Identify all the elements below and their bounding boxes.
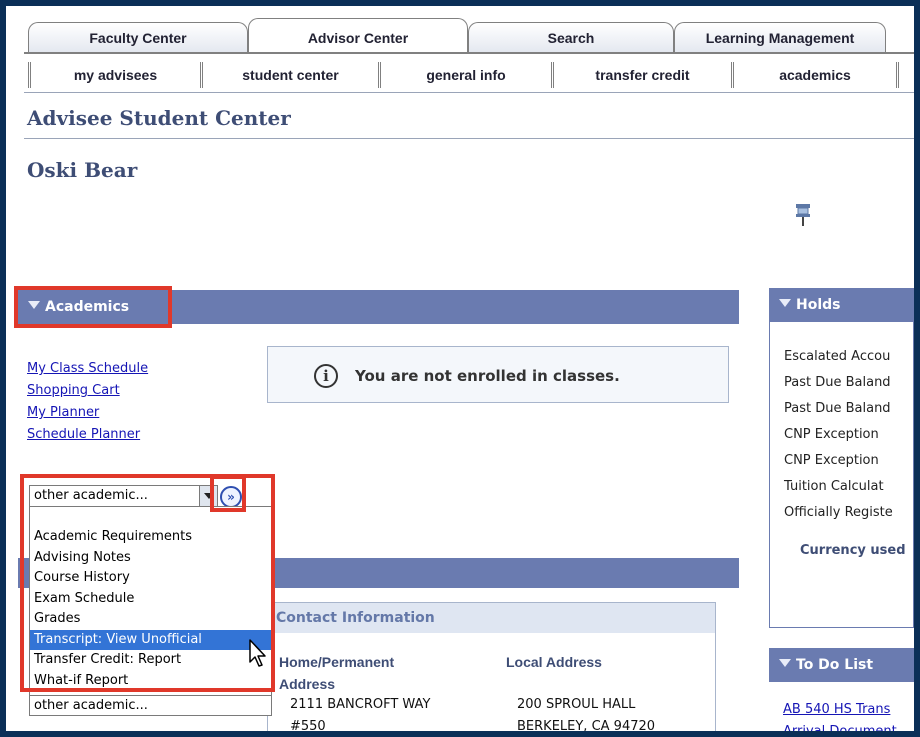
hold-item: CNP Exception	[784, 453, 879, 468]
link-shopping-cart[interactable]: Shopping Cart	[27, 380, 148, 402]
highlight-academics-header	[14, 286, 172, 328]
dropdown-footer-value: other academic...	[30, 695, 271, 715]
contact-information-header: Contact Information	[268, 603, 715, 633]
hold-item: Past Due Baland	[784, 401, 891, 416]
local-address: 200 SPROUL HALL BERKELEY, CA 94720	[517, 694, 655, 731]
page-title: Advisee Student Center	[27, 106, 291, 130]
hold-item: Tuition Calculat	[784, 479, 884, 494]
subtab-my-advisees[interactable]: my advisees	[28, 62, 203, 88]
tab-divider	[24, 52, 914, 54]
home-address-line1: 2111 BANCROFT WAY	[290, 697, 431, 712]
tab-search[interactable]: Search	[468, 22, 674, 52]
tab-faculty-center[interactable]: Faculty Center	[28, 22, 248, 52]
link-my-class-schedule[interactable]: My Class Schedule	[27, 358, 148, 380]
app-frame: Faculty Center Advisor Center Search Lea…	[6, 6, 914, 731]
enrollment-notice-text: You are not enrolled in classes.	[355, 367, 620, 385]
subtab-academics[interactable]: academics	[734, 62, 899, 88]
hold-item: Escalated Accou	[784, 349, 891, 364]
currency-label: Currency used	[800, 543, 906, 558]
tab-learning-management[interactable]: Learning Management	[674, 22, 886, 52]
hold-item: CNP Exception	[784, 427, 879, 442]
home-address: 2111 BANCROFT WAY #550	[290, 694, 430, 731]
link-schedule-planner[interactable]: Schedule Planner	[27, 424, 148, 446]
home-address-label-2: Address	[279, 676, 336, 692]
link-my-planner[interactable]: My Planner	[27, 402, 148, 424]
info-icon: i	[314, 364, 338, 388]
todo-header-label: To Do List	[796, 657, 874, 673]
todo-links: AB 540 HS Trans Arrival Document	[783, 699, 897, 731]
hold-item: Past Due Baland	[784, 375, 891, 390]
student-name: Oski Bear	[27, 158, 138, 182]
home-address-label: Home/Permanent	[279, 654, 395, 670]
todo-link-ab540[interactable]: AB 540 HS Trans	[783, 699, 897, 721]
pushpin-icon[interactable]	[796, 204, 810, 226]
enrollment-notice: i You are not enrolled in classes.	[267, 346, 729, 403]
subtab-student-center[interactable]: student center	[203, 62, 381, 88]
local-address-line1: 200 SPROUL HALL	[517, 697, 636, 712]
local-address-label: Local Address	[506, 654, 602, 670]
highlight-go-button	[210, 475, 246, 512]
subtab-general-info[interactable]: general info	[381, 62, 554, 88]
academics-links: My Class Schedule Shopping Cart My Plann…	[27, 358, 148, 446]
holds-panel: Escalated Accou Past Due Baland Past Due…	[769, 288, 914, 628]
collapse-triangle-icon[interactable]	[779, 659, 791, 667]
home-address-line2: #550	[290, 719, 326, 731]
local-address-line2: BERKELEY, CA 94720	[517, 719, 656, 731]
todo-link-arrival-document[interactable]: Arrival Document	[783, 721, 897, 731]
todo-header[interactable]: To Do List	[769, 648, 914, 682]
subtab-divider	[24, 92, 914, 93]
tab-advisor-center[interactable]: Advisor Center	[248, 18, 468, 54]
hold-item: Officially Registe	[784, 505, 893, 520]
title-divider	[24, 138, 914, 139]
subtab-transfer-credit[interactable]: transfer credit	[554, 62, 734, 88]
